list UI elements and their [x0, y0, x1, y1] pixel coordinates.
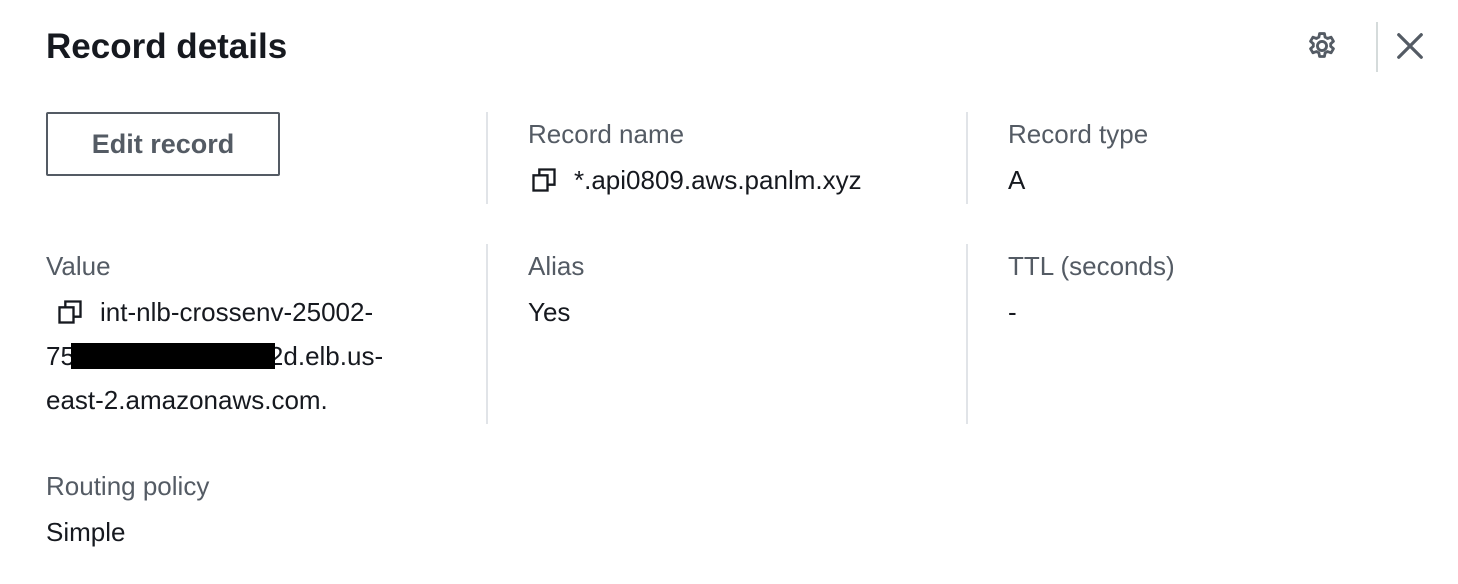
value-line: int-nlb-crossenv-25002- — [46, 290, 446, 334]
value-text-line-2-suffix: 2d.elb.us- — [268, 341, 384, 371]
column-divider — [486, 112, 488, 204]
routing-policy-field: Routing policy Simple — [46, 470, 209, 554]
record-type-field: Record type A — [1008, 118, 1148, 202]
record-name-value-row: *.api0809.aws.panlm.xyz — [528, 158, 862, 202]
edit-record-button[interactable]: Edit record — [46, 112, 280, 176]
header-actions — [1288, 22, 1458, 74]
alias-value: Yes — [528, 297, 571, 327]
close-button[interactable] — [1388, 26, 1432, 70]
record-type-value: A — [1008, 165, 1026, 195]
copy-icon[interactable] — [528, 164, 560, 196]
routing-policy-value: Simple — [46, 517, 126, 547]
record-name-label: Record name — [528, 119, 685, 149]
alias-field: Alias Yes — [528, 250, 584, 334]
value-line: 75 2d.elb.us- — [46, 334, 446, 378]
record-name-field: Record name *.api0809.aws.panlm.xyz — [528, 118, 862, 202]
copy-icon[interactable] — [54, 296, 86, 328]
panel-title: Record details — [46, 27, 288, 66]
value-line: east-2.amazonaws.com. — [46, 378, 446, 422]
column-divider — [966, 244, 968, 424]
ttl-label: TTL (seconds) — [1008, 251, 1175, 281]
settings-button[interactable] — [1300, 26, 1344, 70]
alias-label: Alias — [528, 251, 585, 281]
record-name-value: *.api0809.aws.panlm.xyz — [574, 165, 862, 195]
ttl-field: TTL (seconds) - — [1008, 250, 1175, 334]
redaction-bar — [70, 343, 275, 370]
value-field: Value int-nlb-crossenv-25002- 75 2d.elb.u… — [46, 250, 446, 422]
close-icon — [1395, 31, 1425, 66]
value-text-line-3: east-2.amazonaws.com. — [46, 385, 328, 415]
value-text: int-nlb-crossenv-25002- 75 2d.elb.us- eas… — [46, 290, 446, 422]
value-label: Value — [46, 251, 111, 281]
value-text-line-1: int-nlb-crossenv-25002- — [100, 297, 374, 327]
column-divider — [486, 244, 488, 424]
ttl-value: - — [1008, 297, 1017, 327]
column-divider — [966, 112, 968, 204]
gear-icon — [1305, 29, 1339, 68]
routing-policy-label: Routing policy — [46, 471, 210, 501]
header-divider — [1376, 22, 1378, 72]
record-type-label: Record type — [1008, 119, 1149, 149]
